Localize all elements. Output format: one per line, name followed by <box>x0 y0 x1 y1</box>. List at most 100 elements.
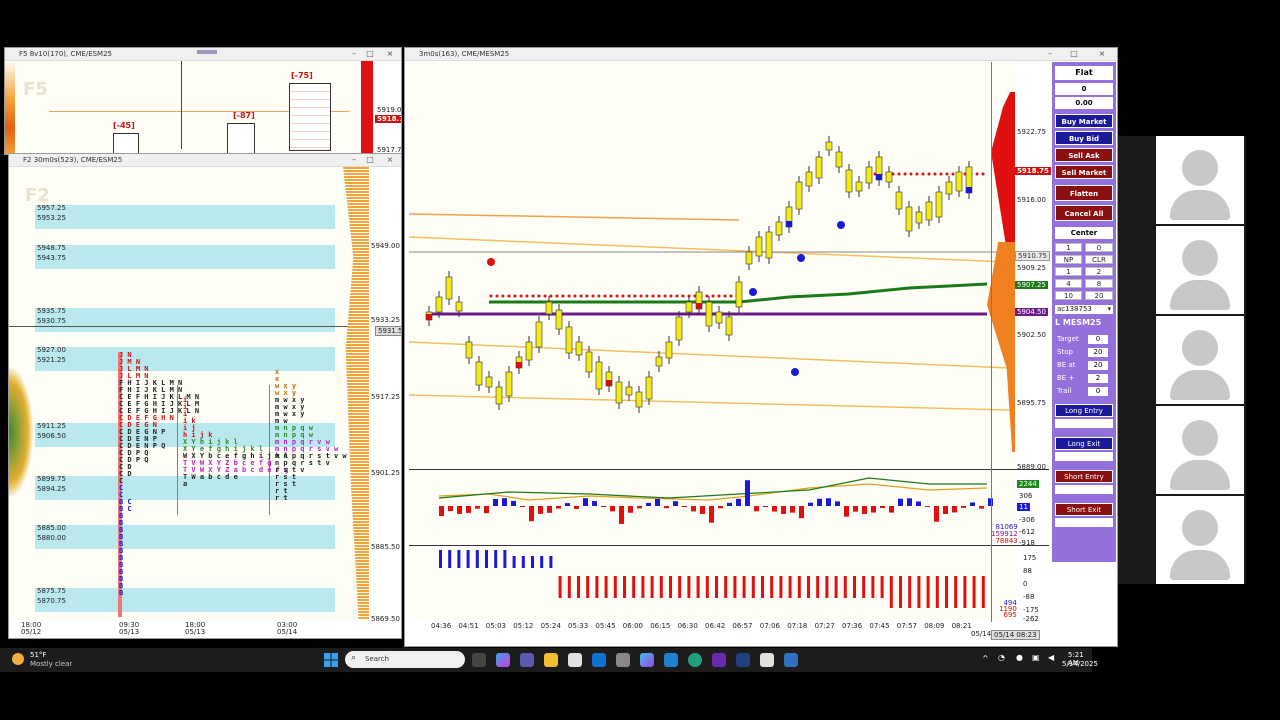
cum-bar-negative <box>797 576 801 598</box>
long-exit-select[interactable] <box>1055 452 1113 461</box>
candle-imbalance <box>786 221 792 227</box>
candle-body <box>575 341 583 356</box>
minimize-icon[interactable]: – <box>1043 48 1057 60</box>
candle-body <box>655 356 663 367</box>
long-exit-label: Long Exit <box>1055 437 1113 450</box>
atm-field-input[interactable]: 20 <box>1088 361 1108 370</box>
delta-bar <box>673 501 678 506</box>
mic-icon[interactable]: ● <box>1016 653 1023 662</box>
mail-icon[interactable] <box>664 653 678 667</box>
account-select[interactable]: ac138753 ▾ <box>1055 305 1113 314</box>
red-dot <box>555 294 559 298</box>
atm-field-input[interactable]: 2 <box>1088 374 1108 383</box>
f2-value-area-band <box>35 205 335 229</box>
close-icon[interactable]: × <box>1095 48 1109 60</box>
qty-preset-button[interactable]: 8 <box>1085 279 1113 288</box>
atm-field-input[interactable]: 0 <box>1088 387 1108 396</box>
close-icon[interactable]: × <box>383 48 397 60</box>
qty-input[interactable]: 1 <box>1055 243 1082 252</box>
main-cursor-time-label: 05/14 08:23 <box>991 630 1040 640</box>
weather-icon[interactable] <box>12 653 24 665</box>
store-icon[interactable] <box>568 653 582 667</box>
red-dot <box>525 294 529 298</box>
center-button[interactable]: Center <box>1055 227 1113 239</box>
windows-start-icon[interactable] <box>324 653 338 667</box>
main-price-chart[interactable] <box>409 62 1014 468</box>
f5-chart-area[interactable]: F5 [-75] [-45] [-87] <box>5 61 373 154</box>
red-dot <box>645 294 649 298</box>
red-dot <box>723 294 727 298</box>
qty-preset-button[interactable]: 1 <box>1055 267 1082 276</box>
f2-axis-tag: 5931.50 <box>375 326 401 336</box>
cum-bar-negative <box>567 576 571 598</box>
tray-chevron-icon[interactable]: ^ <box>982 654 989 663</box>
network-icon[interactable]: ◔ <box>998 653 1005 662</box>
main-time-label: 06:42 <box>705 622 726 630</box>
delta-bar <box>844 506 849 517</box>
visual-studio-icon[interactable] <box>712 653 726 667</box>
main-time-label: 07:57 <box>896 622 917 630</box>
cancel-all-button[interactable]: Cancel All <box>1055 205 1113 221</box>
qty-preset-button[interactable]: 10 <box>1055 291 1082 300</box>
main-cumulative-panel[interactable] <box>409 546 1014 620</box>
settings-gear-icon[interactable] <box>616 653 630 667</box>
maximize-icon[interactable]: □ <box>363 48 377 60</box>
window-f5-drag-handle[interactable] <box>197 50 217 54</box>
copilot-app-icon[interactable] <box>640 653 654 667</box>
window-main-titlebar[interactable]: 3m0s(163), CME/MESM25 – □ × <box>405 48 1117 61</box>
window-app-icon[interactable] <box>760 653 774 667</box>
minimize-icon[interactable]: – <box>347 48 361 60</box>
qty-preset-button[interactable]: 4 <box>1055 279 1082 288</box>
cum-axis-value: -175 <box>1023 606 1039 614</box>
atm-field-input[interactable]: 0 <box>1088 335 1108 344</box>
outlook-icon[interactable] <box>592 653 606 667</box>
f2-chart-area[interactable]: F2 5957.25 5953.25 5948.75 5943.75 5935.75 59… <box>9 167 369 619</box>
cum-bar-negative <box>899 576 902 608</box>
tpo-row: i <box>183 396 188 404</box>
delta-bar <box>862 506 867 514</box>
buy-bid-button[interactable]: Buy Bid <box>1055 131 1113 145</box>
window-f2-titlebar[interactable]: F2 30m0s(523), CME/ESM25 – □ × <box>9 154 401 167</box>
trading-app-icon[interactable] <box>736 653 750 667</box>
task-view-icon[interactable] <box>472 653 486 667</box>
candle-body <box>645 376 653 400</box>
main-time-label: 08:21 <box>951 622 972 630</box>
main-time-label: 06:15 <box>650 622 671 630</box>
main-delta-panel[interactable] <box>409 470 1014 544</box>
np-button[interactable]: NP <box>1055 255 1082 264</box>
minimize-icon[interactable]: – <box>347 154 361 166</box>
cum-bar-negative <box>586 576 590 598</box>
atm-field-input[interactable]: 20 <box>1088 348 1108 357</box>
position-pnl: 0.00 <box>1055 97 1113 109</box>
flatten-button[interactable]: Flatten <box>1055 185 1113 201</box>
sell-ask-button[interactable]: Sell Ask <box>1055 148 1113 162</box>
short-exit-select[interactable] <box>1055 518 1113 527</box>
search-box[interactable]: ⌕ Search <box>345 651 465 668</box>
maximize-icon[interactable]: □ <box>1067 48 1081 60</box>
volume-icon[interactable]: ◀ <box>1048 653 1054 662</box>
file-explorer-icon[interactable] <box>544 653 558 667</box>
candle-imbalance <box>966 187 972 193</box>
long-entry-select[interactable] <box>1055 419 1113 428</box>
photos-icon[interactable] <box>784 653 798 667</box>
teams-icon[interactable] <box>520 653 534 667</box>
buy-market-button[interactable]: Buy Market <box>1055 114 1113 128</box>
delta-bar <box>853 506 858 512</box>
display-icon[interactable]: ▣ <box>1032 653 1040 662</box>
edge-icon[interactable] <box>688 653 702 667</box>
cum-bar-negative <box>696 576 700 598</box>
candle-body <box>925 201 933 221</box>
weather-temp[interactable]: 51°F <box>30 651 46 659</box>
main-time-label: 07:18 <box>787 622 808 630</box>
red-dot <box>933 172 937 176</box>
short-entry-select[interactable] <box>1055 485 1113 494</box>
copilot-icon[interactable] <box>496 653 510 667</box>
clr-button[interactable]: CLR <box>1085 255 1113 264</box>
clock-date[interactable]: 5/14/2025 <box>1062 660 1098 668</box>
qty-preset-button[interactable]: 20 <box>1085 291 1113 300</box>
close-icon[interactable]: × <box>383 154 397 166</box>
tpo-row: B <box>119 589 124 597</box>
sell-market-button[interactable]: Sell Market <box>1055 165 1113 179</box>
maximize-icon[interactable]: □ <box>363 154 377 166</box>
qty-preset-button[interactable]: 2 <box>1085 267 1113 276</box>
